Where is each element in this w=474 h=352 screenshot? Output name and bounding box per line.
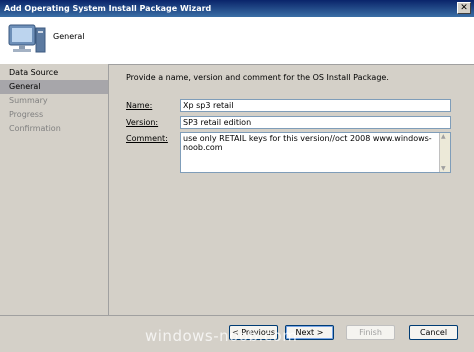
title-bar: Add Operating System Install Package Wiz… [0,0,474,17]
page-title: General [53,32,85,41]
comment-text: use only RETAIL keys for this version//o… [183,134,432,152]
name-field[interactable]: Xp sp3 retail [180,99,451,112]
name-label: Name: [126,101,153,110]
close-button[interactable]: ✕ [457,2,471,14]
step-general: General [0,80,108,94]
watermark: windows-noob.com [145,327,298,345]
version-label: Version: [126,118,159,127]
comment-field[interactable]: use only RETAIL keys for this version//o… [180,132,451,173]
comment-scrollbar[interactable] [439,133,450,172]
wizard-steps: Data Source General Summary Progress Con… [0,64,109,315]
computer-icon [8,24,46,53]
step-progress: Progress [9,110,44,119]
version-field[interactable]: SP3 retail edition [180,116,451,129]
finish-button[interactable]: Finish [346,325,395,340]
step-confirmation: Confirmation [9,124,61,133]
instruction-text: Provide a name, version and comment for … [126,73,389,82]
wizard-header: General [0,17,474,65]
comment-label: Comment: [126,134,168,143]
step-data-source: Data Source [9,68,59,77]
window-title: Add Operating System Install Package Wiz… [4,4,212,13]
wizard-content: Provide a name, version and comment for … [109,64,474,315]
step-summary: Summary [9,96,48,105]
cancel-button[interactable]: Cancel [409,325,458,340]
